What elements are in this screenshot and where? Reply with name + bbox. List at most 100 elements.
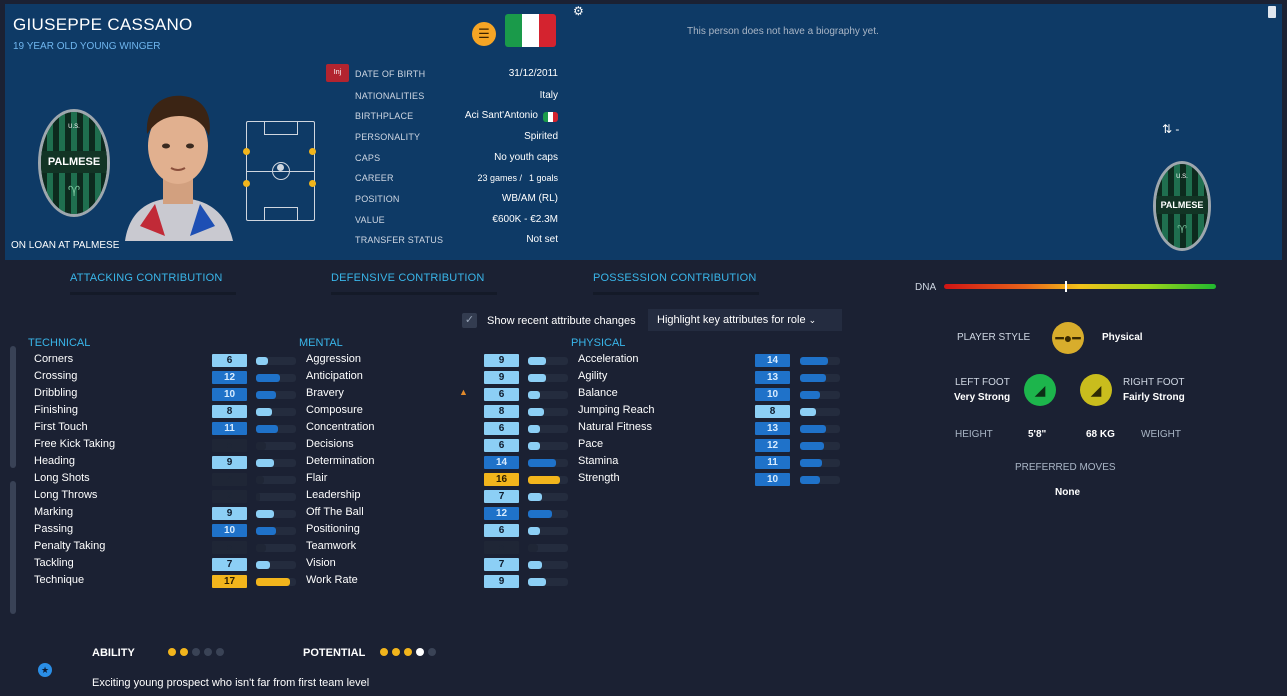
highlight-attributes-dropdown[interactable]: Highlight key attributes for role ⌄ — [648, 309, 842, 331]
career-games: 23 games / — [477, 173, 522, 183]
attribute-bar-fill — [256, 527, 276, 535]
attribute-name[interactable]: Determination — [306, 455, 374, 467]
attribute-name[interactable]: Natural Fitness — [578, 421, 652, 433]
attribute-bar-fill — [256, 493, 260, 501]
attacking-contribution-label[interactable]: ATTACKING CONTRIBUTION — [70, 272, 223, 284]
attribute-bar-fill — [528, 544, 538, 552]
dna-bar[interactable] — [944, 284, 1216, 289]
attribute-bar-fill — [528, 374, 546, 382]
position-marker-icon — [309, 148, 316, 155]
info-value[interactable]: WB/AM (RL) — [502, 193, 558, 204]
edit-icon[interactable] — [1268, 6, 1276, 18]
club-crest-icon[interactable]: U.S. PALMESE ♈ — [38, 109, 110, 217]
star-icon[interactable]: ★ — [38, 663, 52, 677]
attribute-name[interactable]: Tackling — [34, 557, 74, 569]
attribute-name[interactable]: Agility — [578, 370, 607, 382]
attribute-bar-track — [800, 374, 840, 382]
attribute-value: 7 — [484, 490, 519, 503]
player-style-label: PLAYER STYLE — [957, 332, 1031, 343]
left-foot-label: LEFT FOOT — [955, 377, 1010, 388]
player-avatar — [105, 86, 250, 241]
attribute-name[interactable]: Long Shots — [34, 472, 90, 484]
dumbbell-icon[interactable]: ━●━ — [1052, 322, 1084, 354]
attribute-bar-fill — [528, 459, 556, 467]
attacking-contribution-bar — [70, 292, 236, 295]
info-value[interactable]: Not set — [526, 234, 558, 245]
attribute-name[interactable]: Penalty Taking — [34, 540, 105, 552]
attribute-bar-track — [528, 527, 568, 535]
info-label: BIRTHPLACE — [355, 111, 414, 121]
attribute-name[interactable]: Balance — [578, 387, 618, 399]
attribute-bar-track — [800, 391, 840, 399]
attribute-name[interactable]: Positioning — [306, 523, 360, 535]
attribute-bar-fill — [528, 442, 540, 450]
career-goals: 1 goals — [528, 173, 558, 183]
attribute-name[interactable]: Work Rate — [306, 574, 358, 586]
attribute-name[interactable]: Passing — [34, 523, 73, 535]
attribute-name[interactable]: Leadership — [306, 489, 360, 501]
swap-icon[interactable]: ⇅ - — [1162, 122, 1179, 136]
show-recent-checkbox[interactable]: ✓ — [462, 313, 477, 328]
loan-status[interactable]: ON LOAN AT PALMESE — [11, 240, 119, 251]
attribute-name[interactable]: Decisions — [306, 438, 354, 450]
attribute-bar-fill — [256, 544, 266, 552]
attribute-value: 9 — [212, 507, 247, 520]
attribute-name[interactable]: Technique — [34, 574, 84, 586]
attribute-name[interactable]: Vision — [306, 557, 336, 569]
attribute-name[interactable]: Finishing — [34, 404, 78, 416]
dna-marker — [1065, 281, 1067, 292]
attribute-bar-track — [528, 357, 568, 365]
ability-star-icon — [428, 648, 436, 656]
attribute-name[interactable]: Long Throws — [34, 489, 97, 501]
injury-badge[interactable]: Inj — [326, 64, 349, 82]
attribute-name[interactable]: Marking — [34, 506, 73, 518]
defensive-contribution-label[interactable]: DEFENSIVE CONTRIBUTION — [331, 272, 485, 284]
attribute-name[interactable]: Anticipation — [306, 370, 363, 382]
attribute-name[interactable]: Pace — [578, 438, 603, 450]
info-value: Aci Sant'Antonio — [464, 110, 538, 121]
scrollbar[interactable] — [10, 346, 16, 468]
attribute-value: 9 — [484, 354, 519, 367]
attribute-name[interactable]: Acceleration — [578, 353, 639, 365]
italy-flag-icon — [505, 14, 556, 47]
attribute-name[interactable]: First Touch — [34, 421, 88, 433]
attribute-bar-track — [800, 476, 840, 484]
info-value[interactable]: €600K - €2.3M — [492, 214, 558, 225]
scrollbar[interactable] — [10, 481, 16, 614]
attribute-bar-fill — [256, 561, 270, 569]
attribute-value: 5 — [212, 541, 247, 554]
attribute-bar-track — [256, 493, 296, 501]
attribute-name[interactable]: Concentration — [306, 421, 375, 433]
position-pitch[interactable] — [243, 121, 316, 221]
attribute-name[interactable]: Aggression — [306, 353, 361, 365]
attribute-bar-fill — [256, 476, 264, 484]
attribute-name[interactable]: Bravery — [306, 387, 344, 399]
attribute-name[interactable]: Free Kick Taking — [34, 438, 115, 450]
attribute-name[interactable]: Crossing — [34, 370, 77, 382]
attribute-name[interactable]: Heading — [34, 455, 75, 467]
possession-contribution-label[interactable]: POSSESSION CONTRIBUTION — [593, 272, 757, 284]
loan-club-crest-icon[interactable]: U.S. PALMESE ♈ — [1153, 161, 1211, 251]
info-label: TRANSFER STATUS — [355, 235, 444, 245]
list-icon[interactable]: ☰ — [472, 22, 496, 46]
attribute-name[interactable]: Corners — [34, 353, 73, 365]
biography-panel: ⚙ This person does not have a biography … — [568, 4, 1282, 260]
show-recent-label[interactable]: Show recent attribute changes — [487, 315, 636, 327]
attribute-name[interactable]: Flair — [306, 472, 327, 484]
attribute-name[interactable]: Stamina — [578, 455, 618, 467]
right-foot-value: Fairly Strong — [1123, 392, 1185, 403]
attribute-name[interactable]: Jumping Reach — [578, 404, 654, 416]
attribute-bar-fill — [800, 442, 824, 450]
attribute-bar-track — [528, 510, 568, 518]
player-subtitle[interactable]: 19 YEAR OLD YOUNG WINGER — [13, 41, 160, 52]
attribute-bar-track — [528, 374, 568, 382]
ability-label: ABILITY — [92, 647, 135, 659]
attribute-name[interactable]: Off The Ball — [306, 506, 364, 518]
gear-icon[interactable]: ⚙ — [573, 4, 584, 18]
attribute-name[interactable]: Strength — [578, 472, 620, 484]
attribute-value: 9 — [484, 371, 519, 384]
attribute-name[interactable]: Dribbling — [34, 387, 77, 399]
attribute-name[interactable]: Teamwork — [306, 540, 356, 552]
attribute-name[interactable]: Composure — [306, 404, 363, 416]
attribute-value: 7 — [484, 558, 519, 571]
